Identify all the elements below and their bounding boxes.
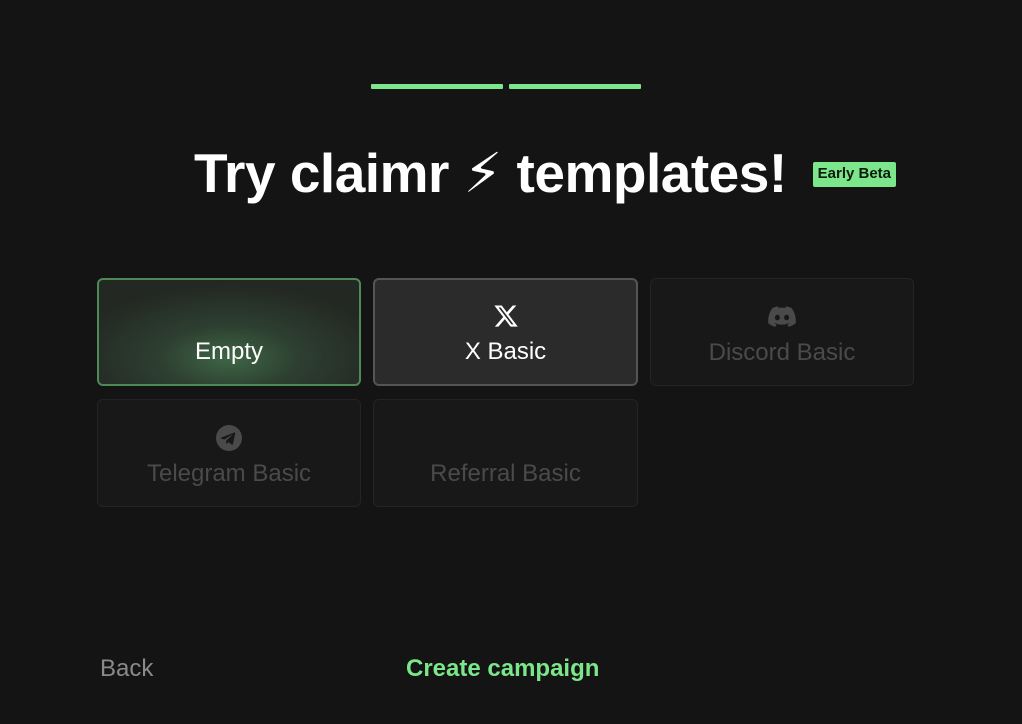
template-card-x-basic[interactable]: X Basic xyxy=(373,278,638,386)
template-card-label: X Basic xyxy=(464,338,547,365)
progress-steps xyxy=(371,84,641,89)
template-card-label: Discord Basic xyxy=(708,339,856,366)
template-card-label: Empty xyxy=(194,338,263,365)
template-card-label: Telegram Basic xyxy=(146,460,312,487)
x-logo-icon xyxy=(492,302,520,330)
template-card-label: Referral Basic xyxy=(430,460,581,487)
telegram-icon xyxy=(215,424,243,452)
template-card-discord-basic[interactable]: Discord Basic xyxy=(650,278,914,386)
template-grid: Empty X Basic Discord Basic Telegram Bas… xyxy=(97,278,914,507)
title-row: Try claimr ⚡ templates! Early Beta xyxy=(194,140,897,206)
page-title: Try claimr ⚡ templates! xyxy=(194,142,787,204)
early-beta-badge: Early Beta xyxy=(812,161,897,187)
progress-step-1 xyxy=(371,84,503,89)
template-card-referral-basic[interactable]: Referral Basic xyxy=(373,399,638,507)
create-campaign-button[interactable]: Create campaign xyxy=(406,655,599,683)
template-card-telegram-basic[interactable]: Telegram Basic xyxy=(97,399,361,507)
discord-icon xyxy=(768,303,796,331)
template-card-empty[interactable]: Empty xyxy=(97,278,361,386)
progress-step-2 xyxy=(509,84,641,89)
template-selection-screen: Try claimr ⚡ templates! Early Beta Empty… xyxy=(0,0,1022,724)
back-button[interactable]: Back xyxy=(100,655,153,683)
